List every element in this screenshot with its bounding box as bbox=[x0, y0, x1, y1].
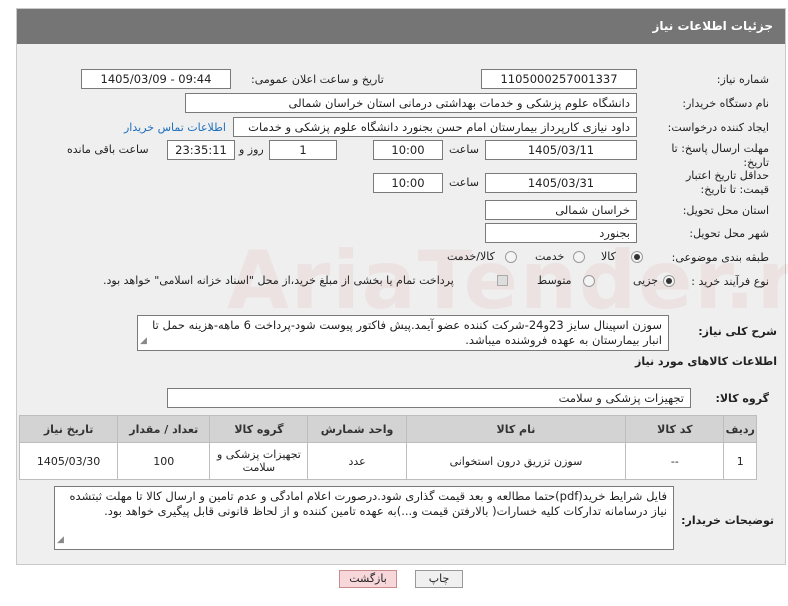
price-validity-label: حداقل تاریخ اعتبار قیمت: تا تاریخ: bbox=[685, 169, 769, 196]
requester-field: داود نیازی کارپرداز بیمارستان امام حسن ب… bbox=[233, 117, 637, 137]
category-service-label: خدمت bbox=[535, 250, 565, 263]
goods-table: ردیف کد کالا نام کالا واحد شمارش گروه کا… bbox=[18, 415, 757, 480]
announce-datetime-label: تاریخ و ساعت اعلان عمومی: bbox=[251, 73, 384, 86]
city-label: شهر محل تحویل: bbox=[689, 227, 769, 240]
col-unit-header: واحد شمارش bbox=[307, 415, 407, 443]
panel-title: جزئیات اطلاعات نیاز bbox=[652, 19, 773, 33]
col-name-header: نام کالا bbox=[405, 415, 627, 443]
buyer-notes-textarea[interactable]: فایل شرایط خرید(pdf)حتما مطالعه و بعد قی… bbox=[54, 486, 674, 550]
cell-code: -- bbox=[625, 442, 725, 480]
process-medium-radio[interactable] bbox=[583, 275, 595, 287]
process-type-label: نوع فرآیند خرید : bbox=[691, 275, 769, 288]
need-number-label: شماره نیاز: bbox=[716, 73, 769, 86]
buyer-org-label: نام دستگاه خریدار: bbox=[682, 97, 769, 110]
buyer-org-field: دانشگاه علوم پزشکی و خدمات بهداشتی درمان… bbox=[185, 93, 637, 113]
table-row[interactable]: 1 -- سوزن تزریق درون استخوانی عدد تجهیزا… bbox=[18, 442, 757, 480]
resize-grip-icon[interactable]: ◢ bbox=[140, 334, 147, 349]
back-button[interactable]: بازگشت bbox=[339, 570, 397, 588]
process-minor-radio[interactable] bbox=[663, 275, 675, 287]
reply-deadline-label: مهلت ارسال پاسخ: تا تاریخ: bbox=[671, 142, 769, 169]
province-field: خراسان شمالی bbox=[485, 200, 637, 220]
category-label: طبقه بندی موضوعی: bbox=[671, 251, 769, 264]
cell-name: سوزن تزریق درون استخوانی bbox=[405, 442, 627, 480]
col-qty-header: تعداد / مقدار bbox=[117, 415, 211, 443]
validity-time-label: ساعت bbox=[449, 176, 479, 189]
province-label: استان محل تحویل: bbox=[682, 204, 769, 217]
treasury-payment-checkbox[interactable] bbox=[497, 275, 508, 286]
remaining-time-field: 23:35:11 bbox=[167, 140, 235, 160]
validity-date-field: 1405/03/31 bbox=[485, 173, 637, 193]
col-group-header: گروه کالا bbox=[209, 415, 309, 443]
buyer-contact-link[interactable]: اطلاعات تماس خریدار bbox=[124, 121, 226, 134]
cell-group: تجهیزات پزشکی و سلامت bbox=[209, 442, 309, 480]
category-goods-service-label: کالا/خدمت bbox=[447, 250, 495, 263]
resize-grip-icon[interactable]: ◢ bbox=[57, 533, 64, 548]
category-goods-label: کالا bbox=[601, 250, 616, 263]
cell-date: 1405/03/30 bbox=[18, 442, 119, 480]
process-medium-label: متوسط bbox=[537, 274, 572, 287]
col-code-header: کد کالا bbox=[625, 415, 725, 443]
goods-info-heading: اطلاعات کالاهای مورد نیاز bbox=[635, 355, 777, 368]
category-service-radio[interactable] bbox=[573, 251, 585, 263]
general-desc-text: سوزن اسپینال سایز 23و24-شرکت کننده عضو آ… bbox=[152, 318, 662, 347]
requester-label: ایجاد کننده درخواست: bbox=[667, 121, 769, 134]
col-date-header: تاریخ نیاز bbox=[18, 415, 119, 443]
reply-date-field: 1405/03/11 bbox=[485, 140, 637, 160]
panel-header: جزئیات اطلاعات نیاز bbox=[17, 9, 785, 44]
general-desc-label: شرح کلی نیاز: bbox=[698, 325, 777, 338]
print-button[interactable]: چاپ bbox=[415, 570, 463, 588]
reply-time-label: ساعت bbox=[449, 143, 479, 156]
category-goods-service-radio[interactable] bbox=[505, 251, 517, 263]
days-field: 1 bbox=[269, 140, 337, 160]
process-minor-label: جزیی bbox=[633, 274, 659, 287]
goods-group-field: تجهیزات پزشکی و سلامت bbox=[167, 388, 691, 408]
general-desc-textarea[interactable]: سوزن اسپینال سایز 23و24-شرکت کننده عضو آ… bbox=[137, 315, 669, 351]
cell-row: 1 bbox=[723, 442, 757, 480]
details-panel: جزئیات اطلاعات نیاز AriaTender.neT شماره… bbox=[16, 8, 788, 565]
cell-unit: عدد bbox=[307, 442, 407, 480]
remaining-time-label: ساعت باقی مانده bbox=[67, 143, 149, 156]
city-field: بجنورد bbox=[485, 223, 637, 243]
category-goods-radio[interactable] bbox=[631, 251, 643, 263]
reply-time-field: 10:00 bbox=[373, 140, 443, 160]
buyer-notes-text: فایل شرایط خرید(pdf)حتما مطالعه و بعد قی… bbox=[69, 489, 667, 518]
cell-qty: 100 bbox=[117, 442, 211, 480]
validity-time-field: 10:00 bbox=[373, 173, 443, 193]
days-label: روز و bbox=[239, 143, 264, 156]
col-row-header: ردیف bbox=[723, 415, 757, 443]
treasury-payment-note: پرداخت تمام یا بخشی از مبلغ خرید،از محل … bbox=[103, 274, 454, 287]
announce-datetime-field: 1405/03/09 - 09:44 bbox=[81, 69, 231, 89]
goods-group-label: گروه کالا: bbox=[715, 392, 769, 405]
table-header-row: ردیف کد کالا نام کالا واحد شمارش گروه کا… bbox=[18, 415, 757, 443]
need-number-field: 1105000257001337 bbox=[481, 69, 637, 89]
buyer-notes-label: توضیحات خریدار: bbox=[681, 514, 774, 527]
